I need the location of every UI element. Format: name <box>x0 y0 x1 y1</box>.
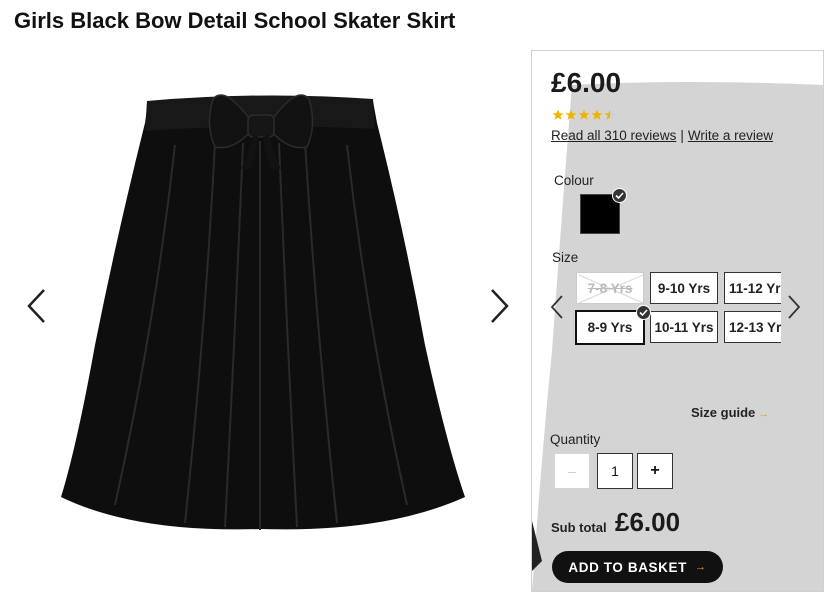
add-to-basket-button[interactable]: ADD TO BASKET → <box>552 551 723 583</box>
star-icon <box>578 109 590 120</box>
size-guide-label: Size guide <box>691 405 756 420</box>
reviews-links: Read all 310 reviews | Write a review <box>551 128 773 143</box>
product-image <box>61 94 465 530</box>
add-to-basket-label: ADD TO BASKET <box>568 559 687 575</box>
product-price: £6.00 <box>551 67 622 98</box>
size-options: 7-8 Yrs 9-10 Yrs 11-12 Yrs 8-9 Yrs 10-11… <box>575 271 781 347</box>
quantity-input[interactable] <box>597 453 633 489</box>
subtotal-label: Sub total <box>551 520 607 535</box>
quantity-decrease-button[interactable]: – <box>554 453 590 489</box>
arrow-right-icon: → <box>758 408 770 420</box>
colour-label: Colour <box>554 173 594 188</box>
size-label: Size <box>552 250 579 265</box>
size-option-12-13[interactable]: 12-13 Yrs <box>724 311 781 343</box>
check-icon <box>636 305 651 320</box>
star-icon <box>565 109 577 120</box>
check-icon <box>612 188 627 203</box>
star-icon <box>552 109 564 120</box>
purchase-panel: £6.00 Read all 310 reviews | Write a revie… <box>531 50 824 592</box>
size-option-label: 8-9 Yrs <box>587 320 633 335</box>
read-reviews-link[interactable]: Read all 310 reviews <box>551 128 676 143</box>
size-option-label: 12-13 Yrs <box>729 319 781 335</box>
star-icon <box>604 109 616 120</box>
rating-stars <box>552 109 616 121</box>
arrow-right-icon: → <box>694 561 707 573</box>
size-option-11-12[interactable]: 11-12 Yrs <box>724 272 781 304</box>
star-icon <box>591 109 603 120</box>
size-option-label: 10-11 Yrs <box>654 319 714 335</box>
product-gallery <box>0 40 530 585</box>
size-option-label: 11-12 Yrs <box>729 280 781 296</box>
size-next-chevron-right-icon[interactable] <box>787 295 801 319</box>
size-option-label: 9-10 Yrs <box>657 280 711 296</box>
size-option-8-9[interactable]: 8-9 Yrs <box>575 310 645 345</box>
page-title: Girls Black Bow Detail School Skater Ski… <box>14 8 456 33</box>
gallery-prev-chevron-left-icon[interactable] <box>24 288 50 324</box>
size-prev-chevron-left-icon[interactable] <box>550 295 564 319</box>
size-option-9-10[interactable]: 9-10 Yrs <box>650 272 718 304</box>
quantity-increase-button[interactable]: + <box>637 453 673 489</box>
write-review-link[interactable]: Write a review <box>688 128 773 143</box>
gallery-next-chevron-right-icon[interactable] <box>486 288 512 324</box>
quantity-label: Quantity <box>550 432 601 447</box>
size-option-10-11[interactable]: 10-11 Yrs <box>650 311 718 343</box>
review-separator: | <box>680 128 684 143</box>
size-option-7-8[interactable]: 7-8 Yrs <box>576 272 644 304</box>
subtotal-value: £6.00 <box>615 507 681 537</box>
size-guide-link[interactable]: Size guide → <box>691 405 769 420</box>
size-option-label: 7-8 Yrs <box>587 280 633 296</box>
